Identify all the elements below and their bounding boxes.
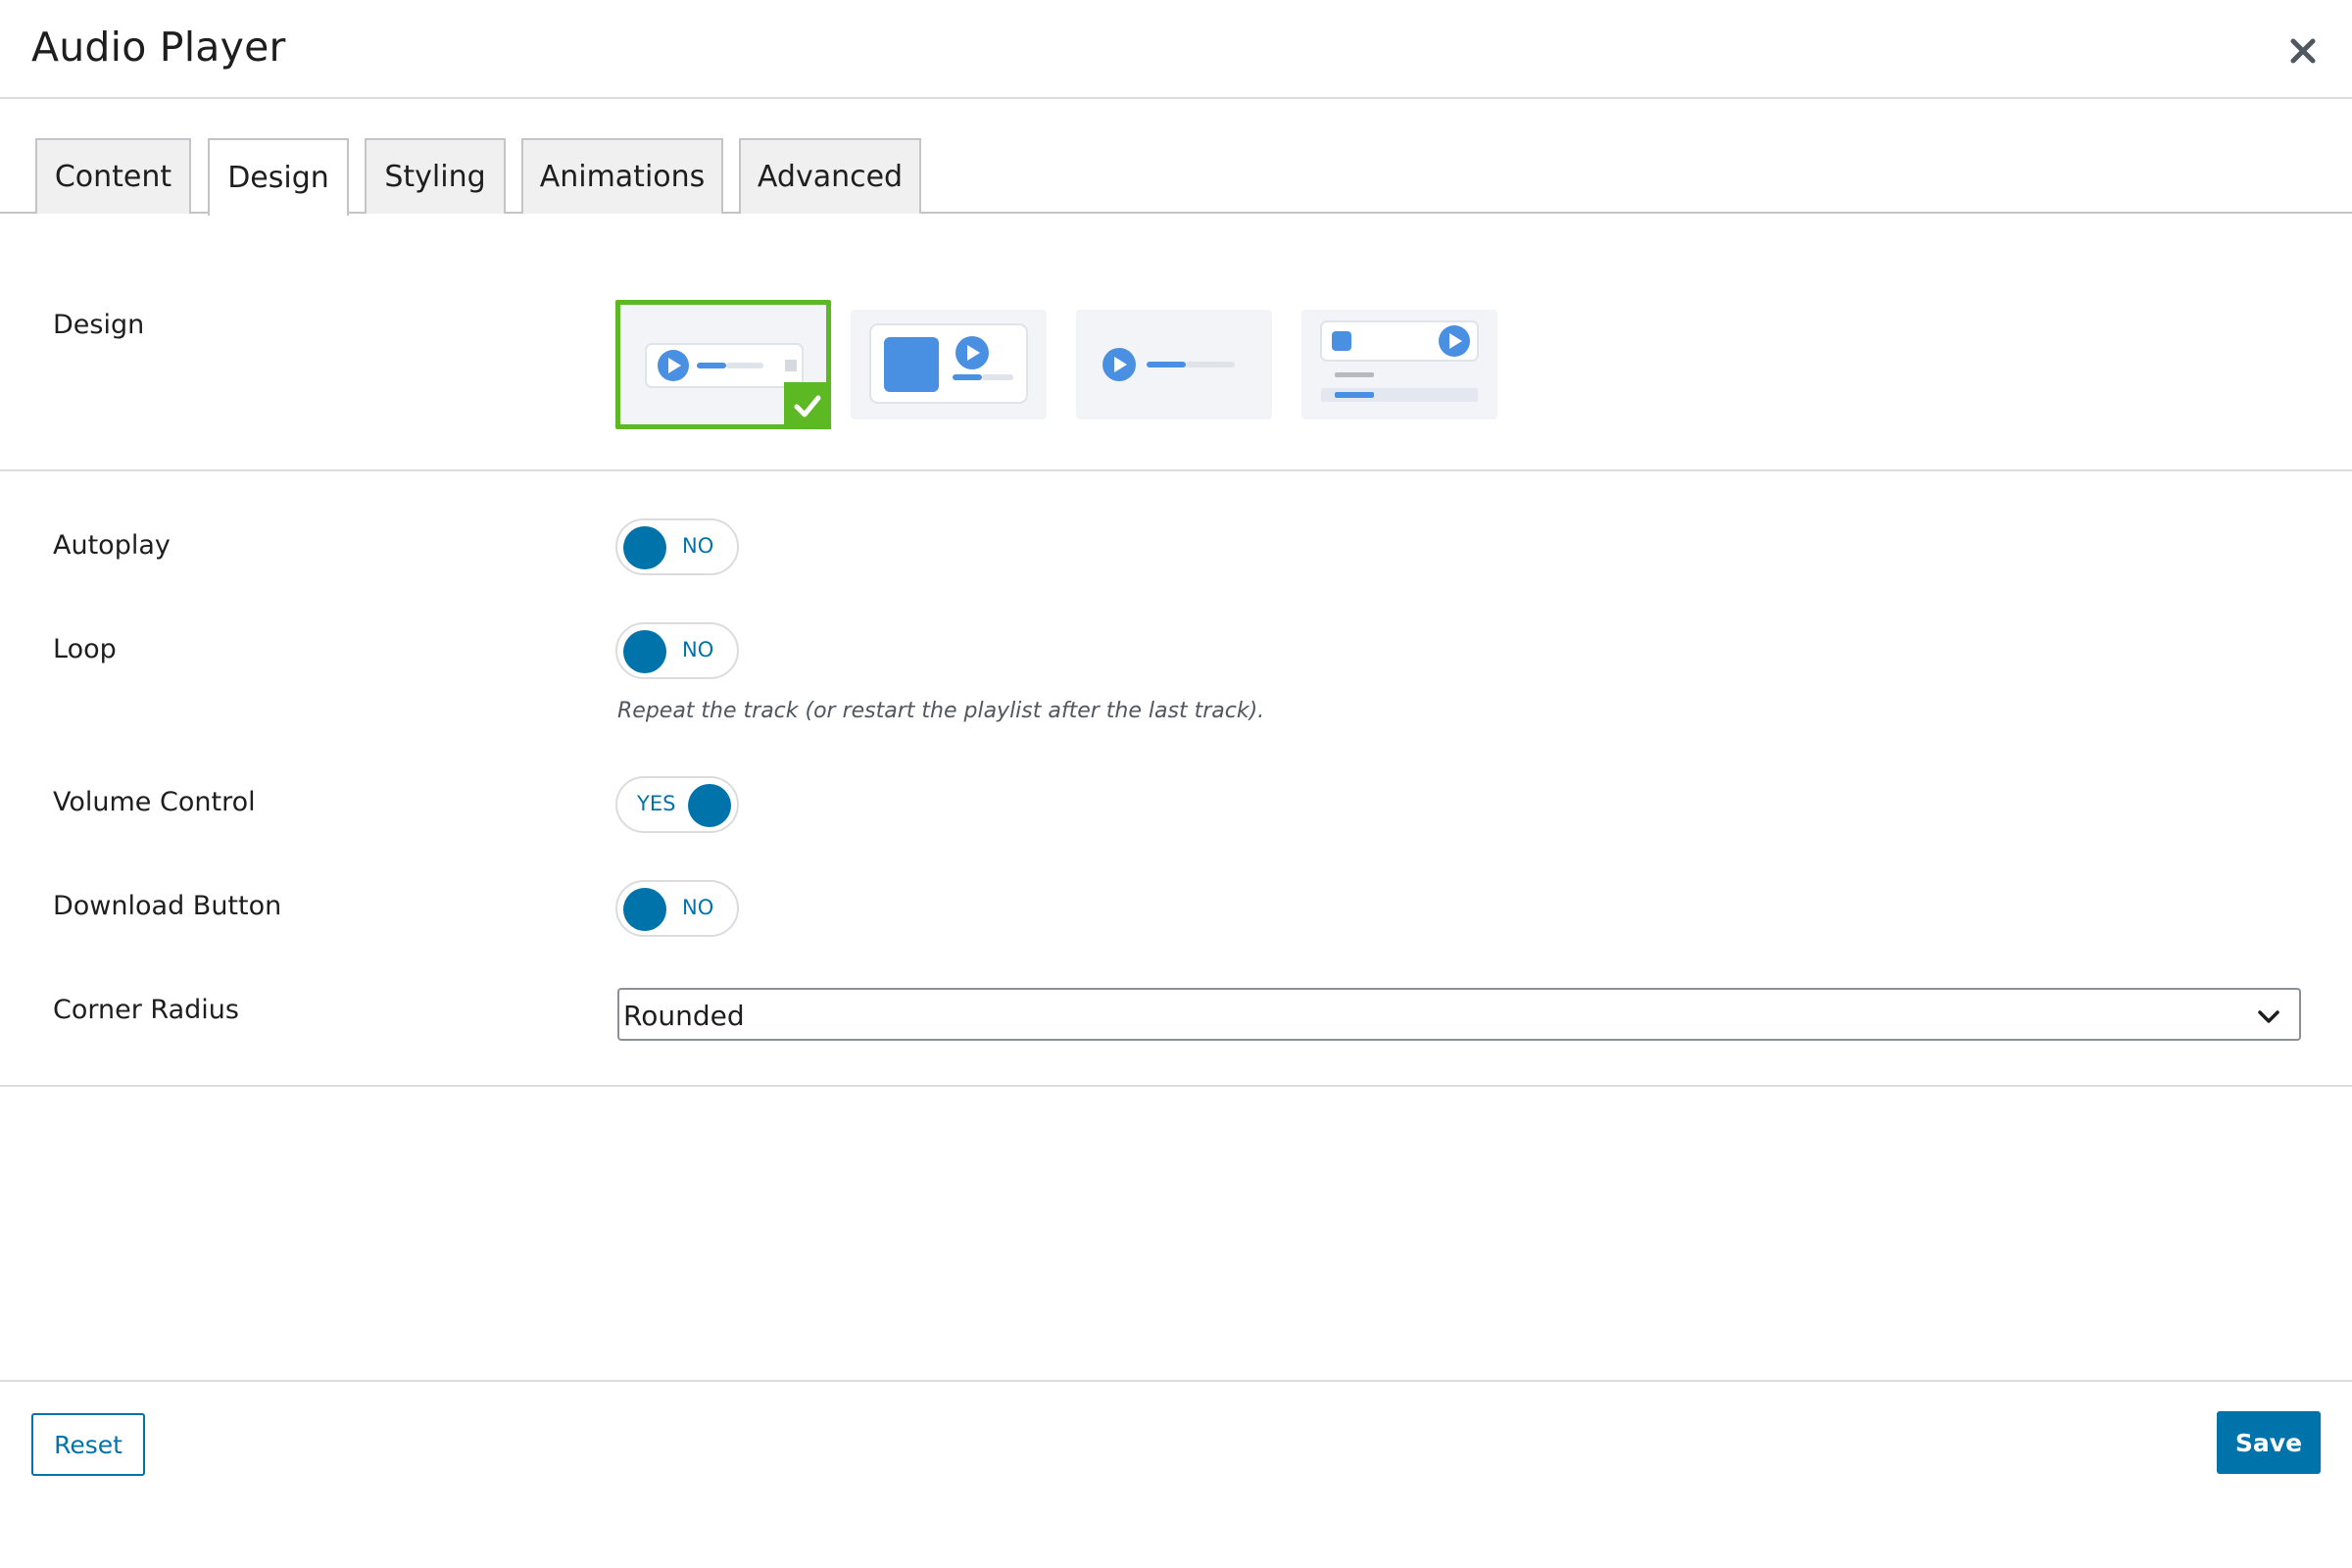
- modal-title: Audio Player: [31, 24, 286, 71]
- corner-radius-label: Corner Radius: [53, 995, 239, 1025]
- section-divider: [0, 1085, 2352, 1087]
- toggle-state-label: NO: [682, 638, 714, 662]
- toggle-knob: [623, 526, 666, 569]
- download-button-label: Download Button: [53, 891, 282, 921]
- player-cover-art-preview-icon: [869, 323, 1028, 404]
- tab-animations[interactable]: Animations: [521, 138, 723, 214]
- tab-styling[interactable]: Styling: [365, 138, 506, 214]
- close-button[interactable]: [2285, 33, 2321, 69]
- autoplay-toggle[interactable]: NO: [615, 518, 739, 575]
- tab-bar: Content Design Styling Animations Advanc…: [0, 99, 2352, 216]
- tab-content[interactable]: Content: [35, 138, 191, 214]
- toggle-knob: [623, 630, 666, 673]
- loop-help-text: Repeat the track (or restart the playlis…: [617, 699, 1265, 723]
- toggle-knob: [623, 888, 666, 931]
- corner-radius-select[interactable]: Rounded: [617, 988, 2301, 1041]
- design-option-4[interactable]: [1301, 310, 1497, 419]
- chevron-down-icon: [2258, 1010, 2279, 1023]
- selected-check-badge: [784, 382, 831, 429]
- loop-toggle[interactable]: NO: [615, 622, 739, 679]
- section-divider: [0, 469, 2352, 471]
- corner-radius-value: Rounded: [623, 1000, 745, 1032]
- checkmark-icon: [794, 395, 821, 417]
- toggle-state-label: YES: [637, 792, 676, 815]
- toggle-knob: [688, 784, 731, 827]
- design-option-1[interactable]: [615, 300, 831, 429]
- player-minimal-preview-icon: [1102, 348, 1235, 381]
- footer-divider: [0, 1380, 2352, 1382]
- toggle-state-label: NO: [682, 896, 714, 919]
- close-icon: [2290, 38, 2316, 64]
- player-playlist-preview-icon: [1320, 320, 1479, 402]
- loop-label: Loop: [53, 634, 117, 664]
- toggle-state-label: NO: [682, 534, 714, 558]
- download-button-toggle[interactable]: NO: [615, 880, 739, 937]
- autoplay-label: Autoplay: [53, 530, 171, 561]
- save-button[interactable]: Save: [2217, 1411, 2321, 1474]
- volume-control-toggle[interactable]: YES: [615, 776, 739, 833]
- volume-control-label: Volume Control: [53, 787, 256, 817]
- design-option-3[interactable]: [1076, 310, 1272, 419]
- design-label: Design: [53, 310, 145, 340]
- tab-advanced[interactable]: Advanced: [739, 138, 921, 214]
- modal-header: Audio Player: [0, 0, 2352, 99]
- design-option-2[interactable]: [851, 310, 1047, 419]
- tab-design[interactable]: Design: [208, 138, 349, 216]
- reset-button[interactable]: Reset: [31, 1413, 145, 1476]
